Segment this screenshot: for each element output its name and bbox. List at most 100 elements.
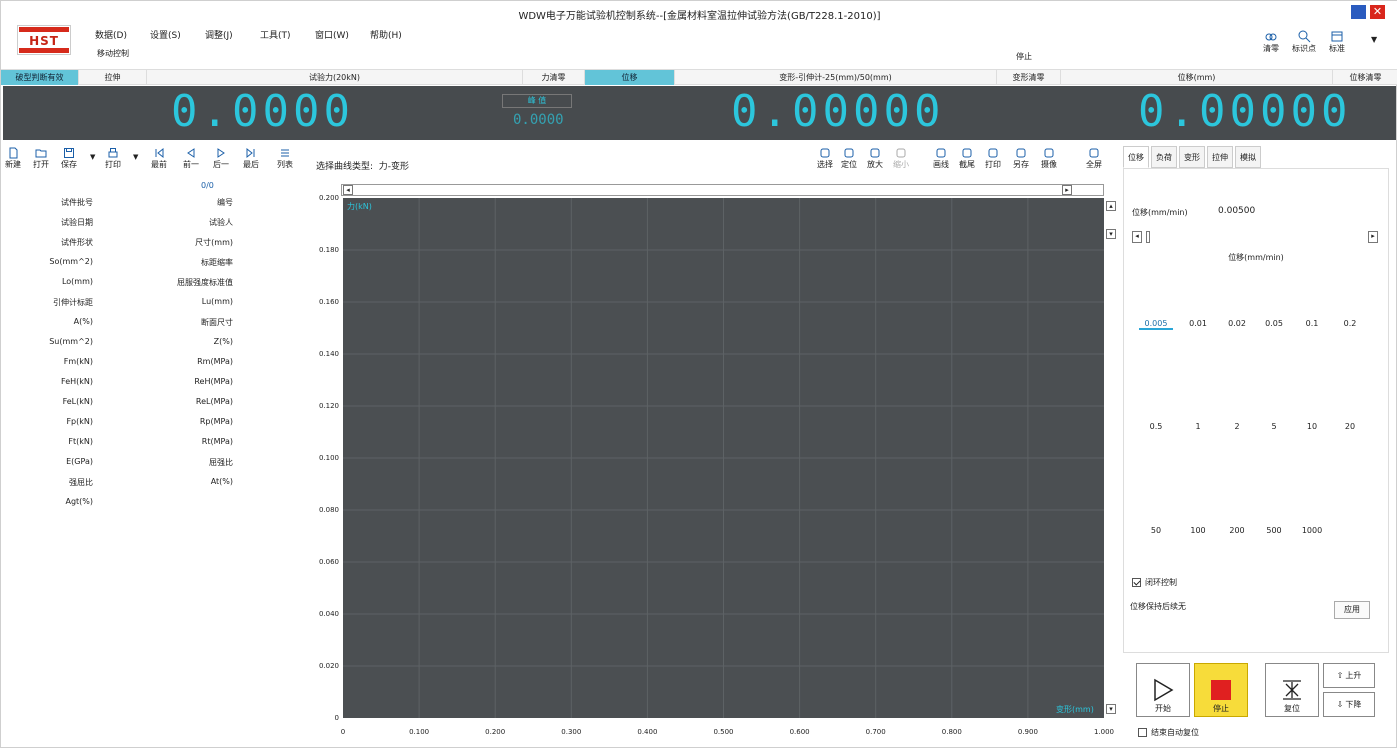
list-button[interactable]: 列表 [277, 147, 293, 170]
displacement-zero-button[interactable]: 位移清零 [1333, 70, 1397, 85]
chevron-down-icon[interactable]: ▼ [1371, 35, 1377, 44]
speed-unit-label: 位移(mm/min) [1228, 253, 1284, 262]
force-deform-plot[interactable] [343, 198, 1104, 718]
chart-tool-save-as[interactable]: 另存 [1013, 147, 1029, 170]
speed-option[interactable]: 100 [1181, 526, 1215, 535]
speed-option[interactable]: 0.02 [1220, 319, 1254, 328]
speed-option[interactable]: 1000 [1295, 526, 1329, 535]
deform-channel-label[interactable]: 变形-引伸计-25(mm)/50(mm) [675, 70, 997, 85]
print-button[interactable]: 打印 [105, 147, 121, 170]
speed-option[interactable]: 0.005 [1139, 319, 1173, 330]
auto-reset-checkbox[interactable]: 结束自动复位 [1138, 727, 1199, 738]
chart-tool-draw-line[interactable]: 画线 [933, 147, 949, 170]
apply-button[interactable]: 应用 [1334, 601, 1370, 619]
speed-option[interactable]: 0.1 [1295, 319, 1329, 328]
menu-adjust[interactable]: 调整(J) [205, 28, 260, 41]
chart-tool-zoom-out[interactable]: 缩小 [893, 147, 909, 170]
marker-button[interactable]: 标识点 [1291, 29, 1317, 54]
chart-tool-select-arrow[interactable]: 选择 [817, 147, 833, 170]
prev-label: 前一 [183, 160, 199, 169]
deform-zero-button[interactable]: 变形清零 [997, 70, 1061, 85]
x-tick-label: 0.100 [409, 728, 430, 736]
chart-tool-locate-crosshair[interactable]: 定位 [841, 147, 857, 170]
scroll-down-icon[interactable]: ▾ [1106, 229, 1116, 239]
last-record-button[interactable]: 最后 [243, 147, 259, 170]
horizontal-scrollbar[interactable]: ◂ ▸ [341, 184, 1104, 196]
move-up-button[interactable]: ⇧ 上升 [1323, 663, 1375, 688]
force-zero-button[interactable]: 力清零 [523, 70, 585, 85]
curve-type-selector[interactable]: 选择曲线类型: 力-变形 [316, 159, 409, 172]
tab-displacement[interactable]: 位移 [1123, 146, 1149, 168]
tab-simulate[interactable]: 模拟 [1235, 146, 1261, 168]
menu-help[interactable]: 帮助(H) [370, 28, 425, 41]
arrow-up-icon: ⇧ [1336, 671, 1344, 680]
speed-option[interactable]: 200 [1220, 526, 1254, 535]
displacement-readout: 0.00000 [1138, 86, 1352, 137]
move-control-menu[interactable]: 移动控制 [97, 48, 129, 59]
stop-button[interactable]: 停止 [1194, 663, 1248, 717]
first-record-button[interactable]: 最前 [151, 147, 167, 170]
reset-button[interactable]: 复位 [1265, 663, 1319, 717]
prev-record-button[interactable]: 前一 [183, 147, 199, 170]
title-bar: HST WDW电子万能试验机控制系统--[金属材料室温拉伸试验方法(GB/T22… [1, 1, 1397, 69]
speed-option[interactable]: 5 [1257, 422, 1291, 431]
chart-tool-label: 截尾 [959, 160, 975, 169]
chart-tool-fullscreen[interactable]: 全屏 [1086, 147, 1102, 170]
save-button[interactable]: 保存 [61, 147, 77, 170]
open-button[interactable]: 打开 [33, 147, 49, 170]
y-tick-label: 0.080 [318, 506, 339, 514]
menu-tools[interactable]: 工具(T) [260, 28, 315, 41]
scroll-right-icon[interactable]: ▸ [1062, 185, 1072, 195]
scroll-up-icon[interactable]: ▴ [1106, 201, 1116, 211]
speed-slider-right-icon[interactable]: ▸ [1368, 231, 1378, 243]
closed-loop-checkbox[interactable]: 闭环控制 [1132, 577, 1177, 588]
speed-option[interactable]: 0.2 [1333, 319, 1367, 328]
speed-option[interactable]: 0.05 [1257, 319, 1291, 328]
tab-tensile[interactable]: 拉伸 [1207, 146, 1233, 168]
move-down-button[interactable]: ⇩ 下降 [1323, 692, 1375, 717]
menu-settings[interactable]: 设置(S) [150, 28, 205, 41]
chart-tool-label: 定位 [841, 160, 857, 169]
speed-option[interactable]: 10 [1295, 422, 1329, 431]
speed-option[interactable]: 0.01 [1181, 319, 1215, 328]
speed-option[interactable]: 20 [1333, 422, 1367, 431]
prev-icon [187, 148, 195, 158]
reset-icon [1283, 680, 1301, 700]
tab-deform[interactable]: 变形 [1179, 146, 1205, 168]
next-record-button[interactable]: 后一 [213, 147, 229, 170]
scroll-bottom-icon[interactable]: ▾ [1106, 704, 1116, 714]
new-file-icon [9, 147, 18, 159]
speed-option[interactable]: 50 [1139, 526, 1173, 535]
speed-option[interactable]: 2 [1220, 422, 1254, 431]
speed-slider-left-icon[interactable]: ◂ [1132, 231, 1142, 243]
tab-load[interactable]: 负荷 [1151, 146, 1177, 168]
minimize-button[interactable] [1351, 5, 1366, 19]
speed-option[interactable]: 1 [1181, 422, 1215, 431]
chart-tool-camera[interactable]: 摄像 [1041, 147, 1057, 170]
curve-type-value[interactable]: 力-变形 [379, 162, 409, 172]
tensile-mode[interactable]: 拉伸 [79, 70, 147, 85]
chart-tool-cut-tail[interactable]: 截尾 [959, 147, 975, 170]
speed-option[interactable]: 500 [1257, 526, 1291, 535]
readout-panel: 0.0000 峰 值 0.0000 0.00000 0.00000 [3, 86, 1396, 140]
menu-window[interactable]: 窗口(W) [315, 28, 370, 41]
break-detect-tab[interactable]: 破型判断有效 [1, 70, 79, 85]
new-button[interactable]: 新建 [5, 147, 21, 170]
hst-logo: HST [17, 25, 71, 55]
start-button[interactable]: 开始 [1136, 663, 1190, 717]
save-dropdown-icon[interactable]: ▼ [90, 153, 95, 161]
speed-slider-thumb[interactable] [1146, 231, 1150, 243]
speed-option[interactable]: 0.5 [1139, 422, 1173, 431]
chart-tool-zoom-in[interactable]: 放大 [867, 147, 883, 170]
close-button[interactable]: ✕ [1370, 5, 1385, 19]
menu-bar: 数据(D) 设置(S) 调整(J) 工具(T) 窗口(W) 帮助(H) [95, 28, 425, 41]
print-dropdown-icon[interactable]: ▼ [133, 153, 138, 161]
field-label: ReH(MPa) [194, 377, 233, 386]
zero-button[interactable]: 清零 [1258, 29, 1284, 54]
scroll-left-icon[interactable]: ◂ [343, 185, 353, 195]
chart-tool-printer[interactable]: 打印 [985, 147, 1001, 170]
standard-button[interactable]: 标准 [1324, 29, 1350, 54]
locate-crosshair-icon [844, 148, 854, 158]
menu-data[interactable]: 数据(D) [95, 28, 150, 41]
displacement-tab[interactable]: 位移 [585, 70, 675, 85]
